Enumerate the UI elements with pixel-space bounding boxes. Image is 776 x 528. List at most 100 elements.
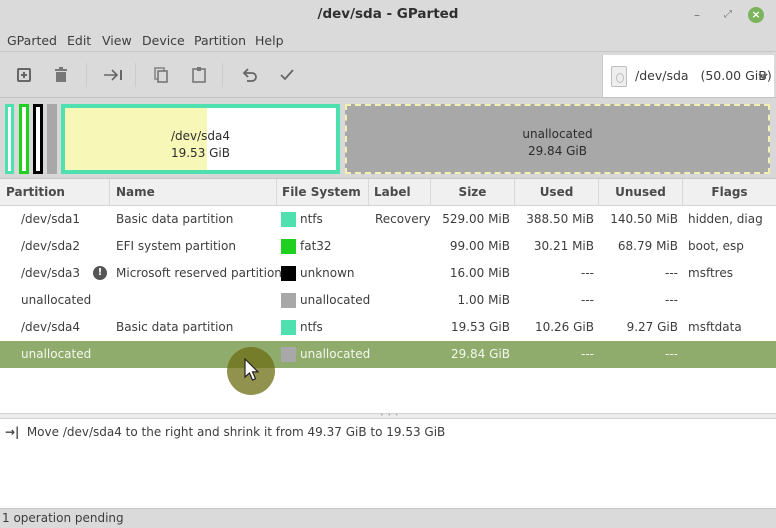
cell-partition: /dev/sda2: [21, 239, 81, 253]
diskmap-unallocated[interactable]: unallocated 29.84 GiB: [345, 104, 770, 174]
title-bar: /dev/sda - GParted – ⤢ ×: [0, 0, 776, 30]
trash-icon: [55, 67, 67, 82]
operation-item[interactable]: →| Move /dev/sda4 to the right and shrin…: [5, 425, 445, 439]
cell-label: [375, 233, 431, 260]
cell-label: Recovery: [375, 212, 431, 226]
diskmap-sda1[interactable]: [5, 104, 14, 174]
resize-move-icon: →|: [5, 425, 20, 439]
disk-graphic: /dev/sda4 19.53 GiB unallocated 29.84 Gi…: [0, 98, 776, 178]
status-bar: 1 operation pending: [0, 508, 776, 528]
cell-unused: ---: [665, 347, 678, 361]
paste-button[interactable]: [189, 65, 209, 85]
cell-size: 29.84 GiB: [450, 347, 510, 361]
cell-name: Microsoft reserved partition: [116, 266, 282, 280]
cell-unused: 9.27 GiB: [626, 320, 678, 334]
close-button[interactable]: ×: [748, 7, 764, 23]
cell-filesystem: fat32: [300, 239, 332, 253]
menu-view[interactable]: View: [102, 33, 132, 48]
column-header-size[interactable]: Size: [431, 179, 515, 206]
cell-used: ---: [581, 266, 594, 280]
table-row[interactable]: unallocated unallocated 29.84 GiB --- ---: [0, 341, 776, 368]
operation-text: Move /dev/sda4 to the right and shrink i…: [26, 425, 446, 439]
diskmap-sda4[interactable]: /dev/sda4 19.53 GiB: [61, 104, 340, 174]
cell-filesystem: ntfs: [300, 212, 323, 226]
table-row[interactable]: /dev/sda2 EFI system partition fat32 99.00 …: [0, 233, 776, 260]
undo-icon: [242, 68, 257, 82]
device-selector[interactable]: /dev/sda (50.00 GiB): [602, 55, 774, 97]
status-text: 1 operation pending: [2, 511, 124, 525]
cell-filesystem: unallocated: [300, 347, 371, 361]
diskmap-sda4-name: /dev/sda4: [170, 129, 231, 143]
cell-size: 1.00 MiB: [457, 293, 510, 307]
cell-partition: /dev/sda4: [21, 320, 81, 334]
cell-unused: ---: [665, 266, 678, 280]
filesystem-color-swatch: [281, 293, 296, 308]
menu-bar: GParted Edit View Device Partition Help: [0, 30, 776, 52]
cell-label: [375, 260, 431, 287]
chevron-down-icon: [758, 73, 768, 80]
mouse-cursor-icon: [244, 358, 260, 381]
cell-partition: unallocated: [21, 293, 92, 307]
cell-size: 19.53 GiB: [450, 320, 510, 334]
table-row[interactable]: /dev/sda3 Microsoft reserved partition unk…: [0, 260, 776, 287]
copy-icon: [154, 67, 168, 83]
window-title: /dev/sda - GParted: [317, 6, 459, 22]
filesystem-color-swatch: [281, 239, 296, 254]
table-row[interactable]: unallocated unallocated 1.00 MiB --- ---: [0, 287, 776, 314]
cell-flags: hidden, diag: [688, 212, 763, 226]
column-header-partition[interactable]: Partition: [0, 179, 110, 206]
diskmap-unallocated-small[interactable]: [47, 104, 57, 174]
column-header-unused[interactable]: Unused: [599, 179, 683, 206]
cell-unused: ---: [665, 293, 678, 307]
menu-edit[interactable]: Edit: [67, 33, 91, 48]
menu-gparted[interactable]: GParted: [7, 33, 57, 48]
cell-unused: 68.79 MiB: [617, 239, 678, 253]
column-header-flags[interactable]: Flags: [683, 179, 776, 206]
cell-label: [375, 341, 431, 368]
minimize-button[interactable]: –: [689, 7, 705, 23]
apply-button[interactable]: [277, 65, 297, 85]
splitter-grip-icon: • • •: [380, 412, 400, 419]
menu-device[interactable]: Device: [142, 33, 185, 48]
cell-flags: [688, 287, 776, 314]
maximize-button[interactable]: ⤢: [720, 7, 736, 23]
cell-size: 16.00 MiB: [449, 266, 510, 280]
column-header-name[interactable]: Name: [110, 179, 277, 206]
column-header-filesystem[interactable]: File System: [277, 179, 369, 206]
table-row[interactable]: /dev/sda4 Basic data partition ntfs 19.53 G…: [0, 314, 776, 341]
checkmark-icon: [280, 69, 294, 81]
cell-label: [375, 314, 431, 341]
cell-filesystem: unknown: [300, 266, 355, 280]
cell-used: ---: [581, 293, 594, 307]
cell-filesystem: ntfs: [300, 320, 323, 334]
cell-flags: boot, esp: [688, 239, 744, 253]
menu-partition[interactable]: Partition: [194, 33, 246, 48]
menu-help[interactable]: Help: [255, 33, 284, 48]
diskmap-unallocated-name: unallocated: [522, 127, 593, 141]
cell-used: ---: [581, 347, 594, 361]
cell-name: [116, 287, 276, 314]
warning-icon: !: [93, 266, 107, 280]
cell-flags: [688, 341, 776, 368]
table-row[interactable]: /dev/sda1 Basic data partition ntfs Recover…: [0, 206, 776, 233]
diskmap-sda2[interactable]: [19, 104, 29, 174]
cell-size: 529.00 MiB: [442, 212, 510, 226]
cell-size: 99.00 MiB: [449, 239, 510, 253]
toolbar-separator: [86, 63, 87, 87]
cell-name: EFI system partition: [116, 239, 236, 253]
cell-label: [375, 287, 431, 314]
cell-used: 10.26 GiB: [534, 320, 594, 334]
diskmap-sda3[interactable]: [33, 104, 43, 174]
new-partition-button[interactable]: [14, 65, 34, 85]
cell-partition: unallocated: [21, 347, 92, 361]
delete-partition-button[interactable]: [51, 65, 71, 85]
filesystem-color-swatch: [281, 212, 296, 227]
undo-button[interactable]: [240, 65, 260, 85]
column-header-label[interactable]: Label: [369, 179, 431, 206]
copy-button[interactable]: [151, 65, 171, 85]
device-label: /dev/sda (50.00 GiB): [635, 68, 772, 83]
resize-move-button[interactable]: [101, 65, 125, 85]
toolbar: /dev/sda (50.00 GiB): [0, 53, 776, 98]
column-header-used[interactable]: Used: [515, 179, 599, 206]
cell-name: Basic data partition: [116, 212, 234, 226]
